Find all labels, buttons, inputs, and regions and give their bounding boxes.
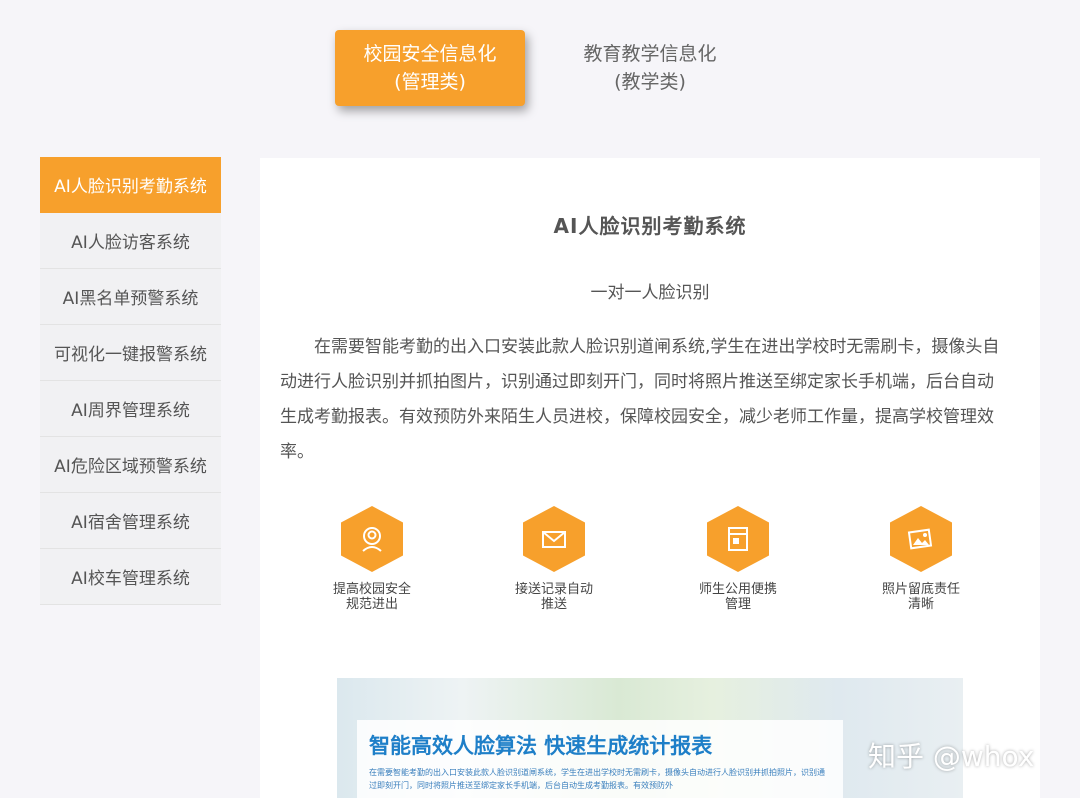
sidebar-item-perimeter[interactable]: AI周界管理系统 [40, 381, 221, 437]
envelope-icon [523, 506, 585, 572]
category-tabs: 校园安全信息化 (管理类) 教育教学信息化 (教学类) [0, 0, 1080, 140]
sidebar-item-label: AI周界管理系统 [71, 401, 190, 421]
tab-campus-safety-subtitle: (管理类) [394, 71, 466, 93]
sidebar-item-face-visitor[interactable]: AI人脸访客系统 [40, 213, 221, 269]
feature-item: 师生公用便携管理 [688, 506, 788, 612]
tab-campus-safety-title: 校园安全信息化 [363, 43, 497, 65]
description-text: 在需要智能考勤的出入口安装此款人脸识别道闸系统,学生在进出学校时无需刷卡，摄像头… [280, 337, 1000, 462]
sidebar-item-label: AI校车管理系统 [71, 569, 190, 589]
feature-label: 师生公用便携管理 [698, 582, 777, 612]
tablet-icon [707, 506, 769, 572]
tab-education-title: 教育教学信息化 [583, 43, 717, 65]
face-scan-icon [341, 506, 403, 572]
banner-title: 智能高效人脸算法 快速生成统计报表 [369, 734, 713, 758]
sidebar-item-face-attendance[interactable]: AI人脸识别考勤系统 [40, 157, 221, 213]
sidebar-item-one-key-alarm[interactable]: 可视化一键报警系统 [40, 325, 221, 381]
photo-icon [890, 506, 952, 572]
sidebar-item-dormitory[interactable]: AI宿舍管理系统 [40, 493, 221, 549]
feature-label: 接送记录自动推送 [514, 582, 593, 612]
banner-text: 在需要智能考勤的出入口安装此款人脸识别道闸系统，学生在进出学校时无需刷卡，摄像头… [369, 768, 825, 790]
sidebar-item-blacklist-alert[interactable]: AI黑名单预警系统 [40, 269, 221, 325]
watermark: 知乎 @whox [868, 740, 1035, 773]
page-title: AI人脸识别考勤系统 [553, 214, 747, 238]
feature-item: 接送记录自动推送 [504, 506, 604, 612]
sidebar-item-danger-zone[interactable]: AI危险区域预警系统 [40, 437, 221, 493]
page-subtitle: 一对一人脸识别 [590, 283, 710, 303]
sidebar-item-label: AI黑名单预警系统 [62, 289, 199, 309]
tab-campus-safety[interactable]: 校园安全信息化 (管理类) [335, 30, 525, 106]
feature-label: 提高校园安全规范进出 [332, 582, 411, 612]
sidebar-item-label: AI危险区域预警系统 [54, 457, 207, 477]
sidebar-item-label: AI宿舍管理系统 [71, 513, 190, 533]
feature-item: 提高校园安全规范进出 [322, 506, 422, 612]
tab-education-teaching[interactable]: 教育教学信息化 (教学类) [555, 30, 745, 106]
sidebar-item-label: AI人脸识别考勤系统 [54, 177, 207, 197]
tab-education-subtitle: (教学类) [614, 71, 686, 93]
sidebar-item-label: AI人脸访客系统 [71, 233, 190, 253]
feature-item: 照片留底责任清晰 [871, 506, 971, 612]
content-panel: AI人脸识别考勤系统 一对一人脸识别 在需要智能考勤的出入口安装此款人脸识别道闸… [260, 158, 1040, 798]
sidebar-item-label: 可视化一键报警系统 [54, 345, 207, 365]
feature-label: 照片留底责任清晰 [881, 582, 960, 612]
sidebar-menu: AI人脸识别考勤系统 AI人脸访客系统 AI黑名单预警系统 可视化一键报警系统 … [40, 157, 221, 605]
sidebar-item-school-bus[interactable]: AI校车管理系统 [40, 549, 221, 605]
